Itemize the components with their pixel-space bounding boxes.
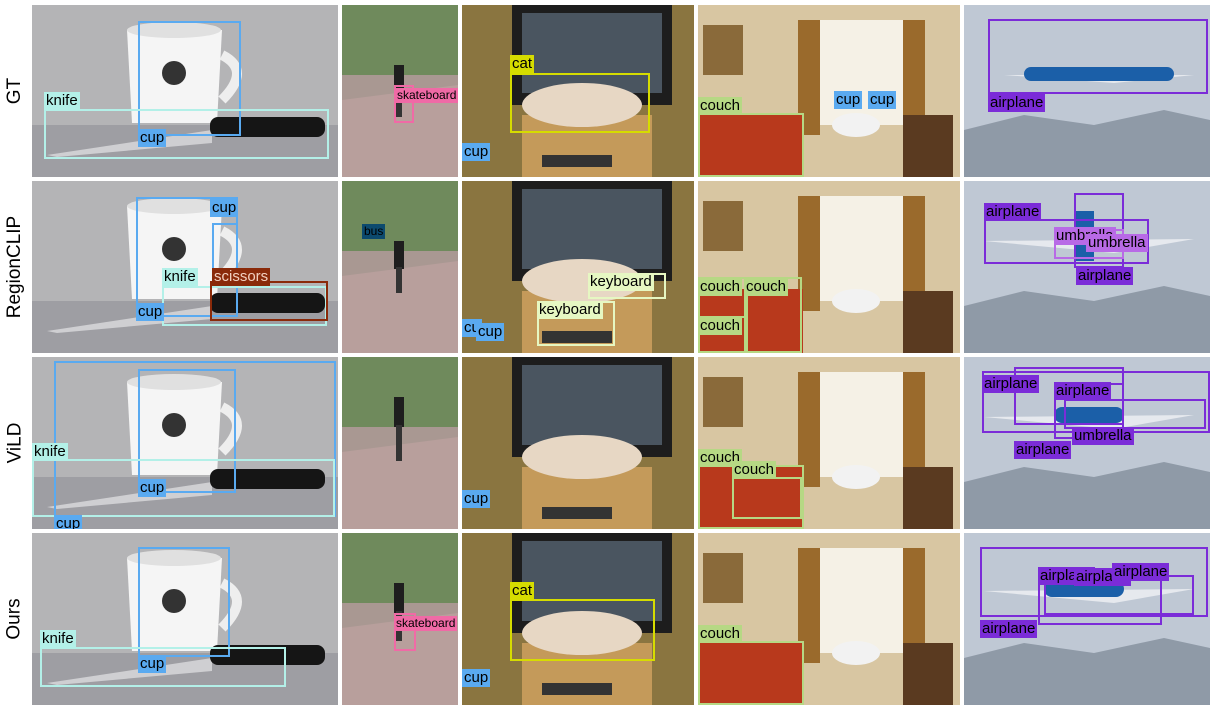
label-cup: cup [138, 479, 167, 497]
image-couch-vild: couch couch [698, 357, 960, 529]
label-cup: cup [210, 199, 239, 217]
label-airplane: airplane [988, 94, 1046, 112]
label-skateboard: skateboard [394, 616, 458, 631]
image-airplane-vild: airplane airplane umbrella airplane [964, 357, 1210, 529]
label-cat: cat [510, 55, 535, 73]
image-couch-ours: couch [698, 533, 960, 705]
image-airplane-gt: airplane [964, 5, 1210, 177]
label-keyboard: keyboard [588, 273, 654, 291]
label-couch: couch [744, 278, 789, 296]
skateboard-scene-photo [342, 181, 458, 353]
image-cat-gt: cat cup [462, 5, 694, 177]
label-scissors: scissors [212, 268, 271, 286]
label-cup: cup [54, 515, 83, 529]
image-skateboard-gt: skateboard [342, 5, 458, 177]
label-couch: couch [698, 317, 743, 335]
image-airplane-regionclip: airplane umbrella umbrella airplane [964, 181, 1210, 353]
label-knife: knife [32, 443, 68, 461]
row-label-gt: GT [3, 77, 25, 105]
label-cup: cup [462, 143, 491, 161]
label-knife: knife [44, 92, 80, 110]
image-cat-vild: cup [462, 357, 694, 529]
image-skateboard-ours: skateboard [342, 533, 458, 705]
image-knife-ours: knife cup [32, 533, 338, 705]
row-label-regionclip: RegionCLIP [4, 215, 26, 319]
label-airplane: airplane [1076, 267, 1134, 285]
image-knife-vild: knife cup cup [32, 357, 338, 529]
image-skateboard-vild [342, 357, 458, 529]
label-cup: cup [462, 669, 491, 687]
label-airplane: airplane [1112, 563, 1170, 581]
label-couch: couch [698, 97, 743, 115]
label-airplane: airplane [1054, 382, 1112, 400]
label-cup: cup [868, 91, 897, 109]
label-couch: couch [732, 461, 777, 479]
image-couch-gt: couch cup cup [698, 5, 960, 177]
row-label-vild: ViLD [4, 422, 25, 464]
image-skateboard-regionclip: bus [342, 181, 458, 353]
label-knife: knife [40, 630, 76, 648]
image-knife-regionclip: cup knife scissors cup [32, 181, 338, 353]
image-cat-regionclip: keyboard keyboard cu cup [462, 181, 694, 353]
label-keyboard: keyboard [537, 301, 603, 319]
label-cat: cat [510, 582, 535, 600]
image-knife-gt: knife cup [32, 5, 338, 177]
label-airplane: airplane [1014, 441, 1072, 459]
row-label-ours: Ours [4, 598, 25, 640]
label-cup: cup [834, 91, 863, 109]
label-airplane: airplane [984, 203, 1042, 221]
label-airplane: airplane [982, 375, 1040, 393]
label-couch: couch [698, 278, 743, 296]
label-airplane: airplane [980, 620, 1038, 638]
label-skateboard: skateboard [395, 88, 458, 103]
label-cup: cup [476, 323, 505, 341]
label-umbrella: umbrella [1086, 234, 1148, 252]
label-cup: cup [136, 303, 165, 321]
image-couch-regionclip: couch couch couch [698, 181, 960, 353]
label-cup: cup [462, 490, 491, 508]
label-bus: bus [362, 224, 386, 239]
label-couch: couch [698, 625, 743, 643]
skateboard-scene-photo [342, 357, 458, 529]
label-cup: cup [138, 655, 167, 673]
cat-scene-photo [462, 357, 694, 529]
image-airplane-ours: airplane airplane airplane airplane [964, 533, 1210, 705]
image-cat-ours: cat cup [462, 533, 694, 705]
label-cup: cup [138, 129, 167, 147]
label-umbrella: umbrella [1072, 427, 1134, 445]
label-knife: knife [162, 268, 198, 286]
